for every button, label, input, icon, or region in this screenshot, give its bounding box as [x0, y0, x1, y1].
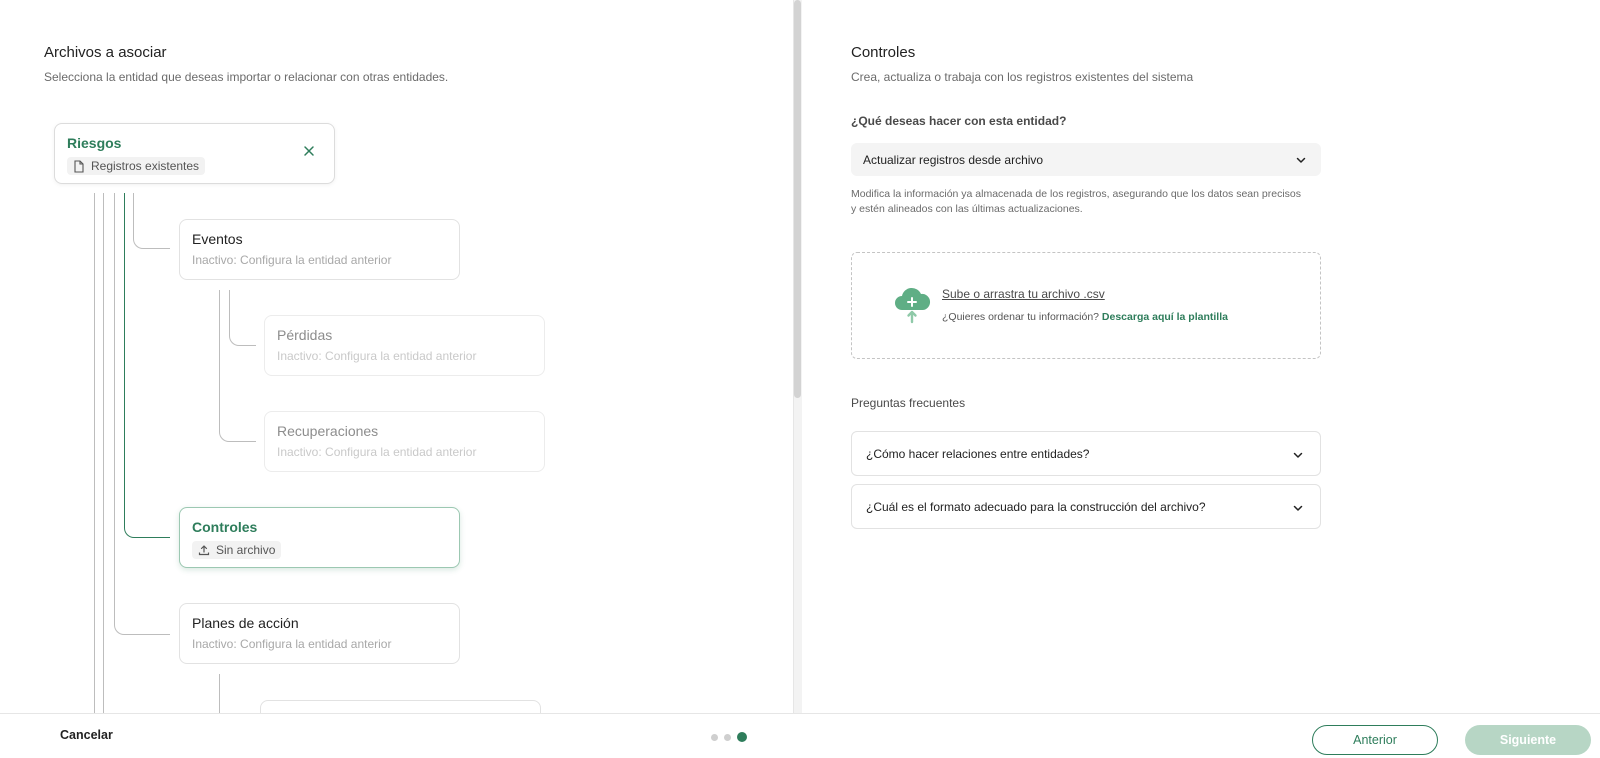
- chevron-down-icon: [1293, 452, 1303, 458]
- chevron-down-icon: [1293, 505, 1303, 511]
- entity-card-eventos[interactable]: Eventos Inactivo: Configura la entidad a…: [179, 219, 460, 280]
- step-indicator: [711, 732, 747, 742]
- faq-title: Preguntas frecuentes: [851, 396, 966, 410]
- previous-button[interactable]: Anterior: [1312, 725, 1438, 755]
- right-pane: Controles Crea, actualiza o trabaja con …: [802, 0, 1600, 713]
- entity-status: Inactivo: Configura la entidad anterior: [277, 445, 477, 459]
- left-title: Archivos a asociar: [44, 44, 167, 61]
- entity-title: Controles: [851, 44, 916, 61]
- upload-file-link[interactable]: Sube o arrastra tu archivo .csv: [942, 287, 1105, 301]
- upload-icon: [198, 545, 210, 556]
- cancel-button[interactable]: Cancelar: [60, 728, 113, 742]
- cloud-upload-icon: [895, 287, 931, 324]
- faq-question: ¿Cuál es el formato adecuado para la con…: [866, 499, 1206, 514]
- entity-name: Eventos: [192, 231, 243, 247]
- next-button[interactable]: Siguiente: [1465, 725, 1591, 755]
- scrollbar-thumb[interactable]: [794, 0, 801, 398]
- tree-connector-perdidas: [229, 290, 256, 346]
- download-template-link[interactable]: Descarga aquí la plantilla: [1102, 311, 1228, 323]
- entity-subtitle: Crea, actualiza o trabaja con los regist…: [851, 70, 1194, 84]
- entity-name: Riesgos: [67, 135, 122, 151]
- action-select-value: Actualizar registros desde archivo: [863, 152, 1044, 167]
- chip-label: Sin archivo: [216, 543, 276, 557]
- faq-question: ¿Cómo hacer relaciones entre entidades?: [866, 446, 1090, 461]
- entity-card-controles[interactable]: Controles Sin archivo: [179, 507, 460, 568]
- step-dot: [711, 733, 718, 741]
- entity-card-planes[interactable]: Planes de acción Inactivo: Configura la …: [179, 603, 460, 664]
- template-hint: ¿Quieres ordenar tu información? Descarg…: [942, 311, 1228, 323]
- left-subtitle: Selecciona la entidad que deseas importa…: [44, 70, 449, 84]
- document-icon: [74, 159, 84, 173]
- entity-name: Pérdidas: [277, 327, 333, 343]
- action-select[interactable]: Actualizar registros desde archivo: [851, 143, 1321, 176]
- entity-name: Recuperaciones: [277, 423, 379, 439]
- helper-line: y estén alineados con las últimas actual…: [851, 203, 1083, 215]
- faq-item[interactable]: ¿Cómo hacer relaciones entre entidades?: [851, 431, 1321, 476]
- file-status-chip: Sin archivo: [192, 541, 282, 559]
- chip-label: Registros existentes: [91, 159, 200, 173]
- entity-name: Controles: [192, 519, 258, 535]
- entity-card-actividades[interactable]: [260, 700, 541, 713]
- tree-connector-eventos: [133, 193, 170, 249]
- file-dropzone[interactable]: Sube o arrastra tu archivo .csv ¿Quieres…: [851, 252, 1321, 359]
- entity-status: Inactivo: Configura la entidad anterior: [277, 349, 477, 363]
- template-hint-text: ¿Quieres ordenar tu información?: [942, 311, 1099, 323]
- entity-card-perdidas: Pérdidas Inactivo: Configura la entidad …: [264, 315, 545, 376]
- action-question-label: ¿Qué deseas hacer con esta entidad?: [851, 114, 1067, 128]
- faq-item[interactable]: ¿Cuál es el formato adecuado para la con…: [851, 484, 1321, 529]
- tree-connector: [94, 193, 95, 713]
- action-helper-text: Modifica la información ya almacenada de…: [851, 187, 1301, 217]
- entity-card-riesgos[interactable]: Riesgos Registros existentes: [54, 123, 335, 184]
- tree-connector: [103, 193, 104, 713]
- tree-connector-actividades: [219, 674, 220, 713]
- step-dot-current: [737, 732, 747, 742]
- chevron-down-icon: [1296, 157, 1306, 163]
- left-pane[interactable]: Archivos a asociar Selecciona la entidad…: [0, 0, 793, 713]
- step-dot: [724, 733, 731, 741]
- entity-name: Planes de acción: [192, 615, 299, 631]
- close-icon[interactable]: [302, 144, 316, 158]
- wizard-footer: Cancelar Anterior Siguiente: [0, 713, 1600, 758]
- helper-line: Modifica la información ya almacenada de…: [851, 188, 1302, 200]
- entity-status: Inactivo: Configura la entidad anterior: [192, 253, 392, 267]
- entity-card-recuperaciones: Recuperaciones Inactivo: Configura la en…: [264, 411, 545, 472]
- file-status-chip: Registros existentes: [67, 157, 206, 175]
- entity-status: Inactivo: Configura la entidad anterior: [192, 637, 392, 651]
